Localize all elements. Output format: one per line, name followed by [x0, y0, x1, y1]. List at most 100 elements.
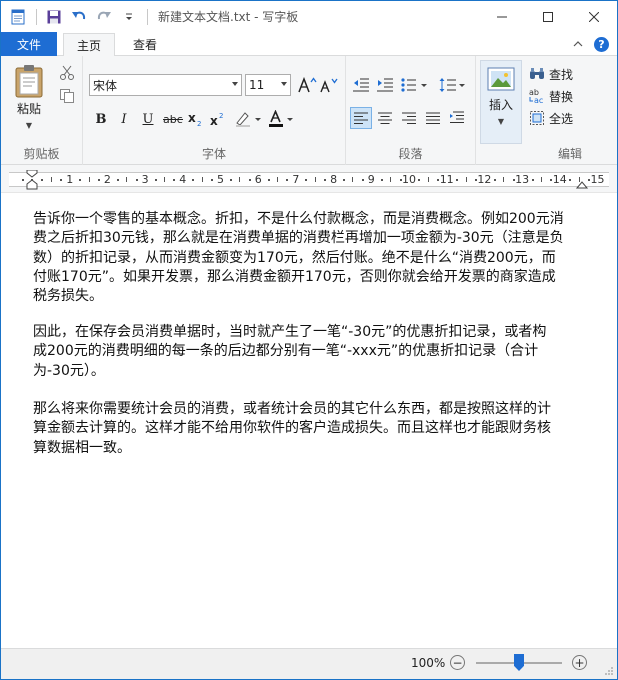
italic-icon: I [121, 111, 127, 127]
ruler-tick [31, 179, 34, 181]
tab-view[interactable]: 查看 [121, 32, 169, 56]
wordpad-icon[interactable] [7, 6, 29, 28]
chevron-down-icon [281, 82, 287, 86]
ruler-number: 1 [66, 173, 74, 186]
bold-button[interactable]: B [91, 109, 111, 129]
ruler-tick [361, 179, 364, 181]
bullet-list-button[interactable] [400, 74, 430, 96]
align-right-icon [402, 112, 416, 124]
find-button[interactable]: 查找 [529, 64, 573, 84]
increase-indent-button[interactable] [374, 74, 396, 96]
text-line: 告诉你一个零售的基本概念。折扣，不是什么付款概念，而是消费概念。例如200元消 [33, 211, 564, 227]
grow-font-button[interactable] [297, 75, 317, 95]
tab-file[interactable]: 文件 [1, 32, 57, 56]
select-all-icon [529, 110, 545, 126]
ruler-number: 10 [402, 173, 416, 186]
ruler-tick [211, 179, 214, 181]
minimize-button[interactable] [479, 1, 525, 32]
ruler-number: 11 [439, 173, 454, 186]
tab-home[interactable]: 主页 [63, 33, 115, 57]
chevron-down-icon: ▼ [25, 121, 33, 130]
maximize-button[interactable] [525, 1, 571, 32]
shrink-font-button[interactable] [319, 75, 339, 95]
ruler-tick [588, 179, 591, 181]
highlight-color-button[interactable] [233, 109, 263, 129]
right-indent-marker-icon[interactable] [576, 181, 588, 189]
superscript-button[interactable]: x2 [209, 109, 229, 129]
collapse-ribbon-button[interactable] [568, 36, 588, 52]
ruler-tick [578, 177, 580, 182]
text-line: 那么将来你需要统计会员的消费，或者统计会员的其它什么东西，都是按照这样的计 [33, 401, 551, 417]
copy-icon[interactable] [59, 88, 75, 107]
picture-icon [487, 67, 515, 91]
text-line: 因此，在保存会员消费单据时，当时就产生了一笔“-30元”的优惠折扣记录，或者构 [33, 324, 547, 340]
zoom-slider-thumb[interactable] [514, 654, 524, 671]
strikethrough-icon: abc [163, 113, 183, 126]
replace-icon: ab ac [529, 88, 545, 104]
select-all-button[interactable]: 全选 [529, 108, 573, 128]
paste-label: 粘贴 [16, 102, 41, 116]
text-line: 付账170元”。如果开发票，那么消费金额开170元，否则你就会给开发票的商家造成 [33, 268, 556, 285]
close-button[interactable] [571, 1, 617, 32]
resize-grip-icon[interactable] [604, 666, 614, 676]
document-area[interactable]: 告诉你一个零售的基本概念。折扣，不是什么付款概念，而是消费概念。例如200元消 … [1, 193, 617, 647]
text-line: 成200元的消费明细的每一条的后边都分别有一笔“-xxx元”的优惠折扣记录（合计 [33, 343, 539, 360]
redo-icon[interactable] [93, 6, 115, 28]
subscript-button[interactable]: x2 [187, 109, 207, 129]
ruler-number: 12 [477, 173, 492, 186]
justify-button[interactable] [422, 107, 444, 129]
chevron-up-icon [573, 41, 583, 47]
divider [36, 8, 37, 25]
ruler-number: 9 [367, 173, 375, 186]
ruler-tick [343, 179, 346, 181]
ruler-tick [79, 179, 82, 181]
font-size-select[interactable]: 11 [245, 74, 291, 96]
zoom-out-button[interactable]: − [450, 655, 465, 670]
help-icon[interactable]: ? [594, 36, 609, 52]
text-line: 税务损失。 [33, 288, 103, 305]
underline-button[interactable]: U [138, 109, 158, 129]
zoom-in-button[interactable]: + [572, 655, 587, 670]
replace-label: 替换 [549, 89, 574, 104]
cut-icon[interactable] [59, 65, 75, 84]
line-spacing-button[interactable] [438, 74, 468, 96]
font-color-button[interactable] [267, 109, 297, 129]
title-bar: 新建文本文档.txt - 写字板 [1, 1, 617, 32]
customize-qat-icon[interactable] [118, 6, 140, 28]
ruler-tick [305, 179, 308, 181]
replace-button[interactable]: ab ac 替换 [529, 86, 573, 106]
ruler-number: 13 [515, 173, 530, 186]
paragraph-settings-button[interactable] [446, 107, 468, 129]
strikethrough-button[interactable]: abc [161, 109, 185, 129]
ruler[interactable]: 1 2 3 4 5 6 7 8 9 10 11 12 13 14 15 [9, 170, 609, 190]
superscript-icon: x2 [210, 112, 223, 127]
align-left-button[interactable] [350, 107, 372, 129]
ruler-tick [531, 179, 534, 181]
ruler-tick [267, 179, 270, 181]
ruler-tick [324, 179, 327, 181]
font-family-value: 宋体 [93, 78, 118, 93]
line-spacing-icon [439, 78, 465, 92]
font-family-select[interactable]: 宋体 [89, 74, 242, 96]
ruler-tick [50, 177, 52, 182]
wordpad-window: 新建文本文档.txt - 写字板 文件 主页 查看 ? 粘贴 ▼ 剪贴板 宋体 … [0, 0, 618, 680]
quick-access-toolbar [1, 1, 154, 32]
paragraph-3: 那么将来你需要统计会员的消费，或者统计会员的其它什么东西，都是按照这样的计 算金… [33, 400, 588, 458]
ruler-number: 4 [179, 173, 187, 186]
ruler-number: 2 [103, 173, 111, 186]
align-right-button[interactable] [398, 107, 420, 129]
insert-button[interactable]: 插入 ▼ [480, 60, 522, 144]
decrease-indent-button[interactable] [350, 74, 372, 96]
svg-text:2: 2 [219, 112, 223, 120]
ribbon-tabs: 文件 主页 查看 ? [1, 32, 617, 57]
paste-button[interactable]: 粘贴 ▼ [7, 64, 51, 134]
undo-icon[interactable] [68, 6, 90, 28]
ruler-tick [163, 177, 165, 182]
italic-button[interactable]: I [114, 109, 134, 129]
shrink-font-icon [320, 78, 338, 93]
svg-text:2: 2 [197, 120, 201, 127]
align-center-button[interactable] [374, 107, 396, 129]
minimize-icon [497, 16, 507, 17]
svg-text:ac: ac [534, 96, 543, 104]
save-icon[interactable] [43, 6, 65, 28]
